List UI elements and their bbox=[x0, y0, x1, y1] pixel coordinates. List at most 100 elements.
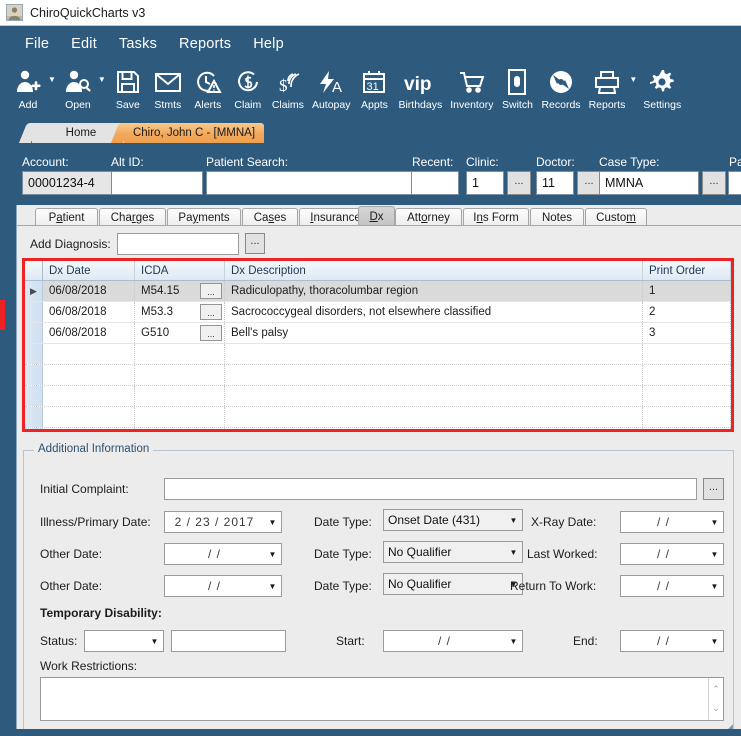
column-header-dx-description[interactable]: Dx Description bbox=[225, 261, 643, 280]
row-selector[interactable] bbox=[25, 302, 43, 322]
chevron-down-icon[interactable]: ▼ bbox=[264, 512, 281, 532]
menu-tasks[interactable]: Tasks bbox=[108, 33, 168, 55]
tab-payments[interactable]: Payments bbox=[167, 208, 241, 226]
icda-lookup-button[interactable]: ... bbox=[200, 283, 222, 299]
add-diagnosis-input[interactable] bbox=[117, 233, 239, 255]
date-type-2-select[interactable]: No Qualifier ▼ bbox=[383, 541, 523, 563]
chevron-down-icon[interactable]: ▼ bbox=[706, 576, 723, 596]
work-restrictions-textarea[interactable]: ⌃ ⌄ bbox=[40, 677, 724, 721]
chevron-down-icon[interactable]: ▼ bbox=[505, 631, 522, 651]
dx-grid[interactable]: Dx Date ICDA Dx Description Print Order … bbox=[25, 261, 731, 429]
table-row[interactable]: 06/08/2018 G510 ... Bell's palsy 3 bbox=[25, 323, 731, 344]
chevron-down-icon[interactable]: ▼ bbox=[264, 576, 281, 596]
reports-dropdown-caret-icon[interactable]: ▼ bbox=[629, 75, 637, 84]
chevron-down-icon[interactable]: ▼ bbox=[264, 544, 281, 564]
row-selector[interactable] bbox=[25, 365, 43, 385]
table-row[interactable]: ▶ 06/08/2018 M54.15 ... Radiculopathy, t… bbox=[25, 281, 731, 302]
table-row[interactable] bbox=[25, 407, 731, 428]
chevron-down-icon[interactable]: ⌄ bbox=[712, 703, 720, 714]
row-selector[interactable]: ▶ bbox=[25, 281, 43, 301]
table-row[interactable] bbox=[25, 386, 731, 407]
toolbar-stmts-button[interactable]: Stmts bbox=[148, 62, 188, 111]
chevron-up-icon[interactable]: ⌃ bbox=[712, 684, 720, 695]
add-diagnosis-lookup-button[interactable]: ... bbox=[245, 233, 265, 254]
toolbar-add-button[interactable]: Add bbox=[8, 62, 48, 111]
icda-lookup-button[interactable]: ... bbox=[200, 304, 222, 320]
menu-help[interactable]: Help bbox=[242, 33, 295, 55]
other-date-2-picker[interactable]: / / ▼ bbox=[164, 575, 282, 597]
recent-field[interactable] bbox=[411, 171, 459, 195]
clinic-lookup-button[interactable]: ... bbox=[507, 171, 531, 195]
tab-cases[interactable]: Cases bbox=[242, 208, 298, 226]
column-header-print-order[interactable]: Print Order bbox=[643, 261, 731, 280]
toolbar-switch-button[interactable]: Switch bbox=[497, 62, 537, 111]
toolbar-save-button[interactable]: Save bbox=[108, 62, 148, 111]
doctor-lookup-button[interactable]: ... bbox=[577, 171, 601, 195]
toolbar-reports-button[interactable]: Reports bbox=[585, 62, 630, 111]
icda-lookup-button[interactable]: ... bbox=[200, 325, 222, 341]
end-date-picker[interactable]: / / ▼ bbox=[620, 630, 724, 652]
patient-search-input[interactable] bbox=[206, 171, 441, 195]
account-field[interactable]: 00001234-4 bbox=[22, 171, 112, 195]
toolbar-appts-button[interactable]: 31 Appts bbox=[354, 62, 394, 111]
date-type-1-select[interactable]: Onset Date (431) ▼ bbox=[383, 509, 523, 531]
case-type-field[interactable]: MMNA bbox=[599, 171, 699, 195]
table-row[interactable] bbox=[25, 428, 731, 429]
toolbar-inventory-button[interactable]: Inventory bbox=[446, 62, 497, 111]
alt-id-field[interactable] bbox=[111, 171, 203, 195]
row-selector[interactable] bbox=[25, 323, 43, 343]
toolbar-open-button[interactable]: Open bbox=[58, 62, 98, 111]
menu-reports[interactable]: Reports bbox=[168, 33, 242, 55]
table-row[interactable] bbox=[25, 365, 731, 386]
toolbar-alerts-button[interactable]: Alerts bbox=[188, 62, 228, 111]
chevron-down-icon[interactable]: ▼ bbox=[146, 631, 163, 651]
last-worked-picker[interactable]: / / ▼ bbox=[620, 543, 724, 565]
initial-complaint-lookup-button[interactable]: ... bbox=[703, 478, 724, 500]
chevron-down-icon[interactable]: ▼ bbox=[706, 631, 723, 651]
other-date-1-picker[interactable]: / / ▼ bbox=[164, 543, 282, 565]
doctor-field[interactable]: 11 bbox=[536, 171, 574, 195]
row-selector[interactable] bbox=[25, 344, 43, 364]
date-type-3-select[interactable]: No Qualifier ▼ bbox=[383, 573, 523, 595]
status-note-input[interactable] bbox=[171, 630, 286, 652]
chevron-down-icon[interactable]: ▼ bbox=[706, 512, 723, 532]
tab-ins-form[interactable]: Ins Form bbox=[463, 208, 529, 226]
toolbar-birthdays-button[interactable]: vip Birthdays bbox=[394, 62, 446, 111]
tab-custom[interactable]: Custom bbox=[585, 208, 647, 226]
xray-date-picker[interactable]: / / ▼ bbox=[620, 511, 724, 533]
status-select[interactable]: ▼ bbox=[84, 630, 164, 652]
toolbar-settings-button[interactable]: Settings bbox=[639, 62, 685, 111]
add-dropdown-caret-icon[interactable]: ▼ bbox=[48, 75, 56, 84]
column-header-dx-date[interactable]: Dx Date bbox=[43, 261, 135, 280]
chevron-down-icon[interactable]: ▼ bbox=[706, 544, 723, 564]
row-selector[interactable] bbox=[25, 407, 43, 427]
chevron-down-icon[interactable]: ▼ bbox=[505, 510, 522, 530]
doc-tab-patient[interactable]: Chiro, John C - [MMNA] bbox=[124, 123, 264, 143]
toolbar-claims-button[interactable]: $ Claims bbox=[268, 62, 308, 111]
initial-complaint-input[interactable] bbox=[164, 478, 697, 500]
return-to-work-picker[interactable]: / / ▼ bbox=[620, 575, 724, 597]
tab-notes[interactable]: Notes bbox=[530, 208, 584, 226]
toolbar-autopay-button[interactable]: A Autopay bbox=[308, 62, 355, 111]
tab-dx[interactable]: Dx bbox=[358, 206, 395, 226]
toolbar-claim-button[interactable]: Claim bbox=[228, 62, 268, 111]
open-dropdown-caret-icon[interactable]: ▼ bbox=[98, 75, 106, 84]
row-selector[interactable] bbox=[25, 428, 43, 429]
menu-edit[interactable]: Edit bbox=[60, 33, 108, 55]
row-selector[interactable] bbox=[25, 386, 43, 406]
illness-primary-date-picker[interactable]: 2 / 23 / 2017 ▼ bbox=[164, 511, 282, 533]
tab-patient[interactable]: Patient bbox=[35, 208, 98, 226]
clinic-field[interactable]: 1 bbox=[466, 171, 504, 195]
chevron-down-icon[interactable]: ▼ bbox=[505, 542, 522, 562]
menu-file[interactable]: File bbox=[14, 33, 60, 55]
column-header-icda[interactable]: ICDA bbox=[135, 261, 225, 280]
start-date-picker[interactable]: / / ▼ bbox=[383, 630, 523, 652]
table-row[interactable] bbox=[25, 344, 731, 365]
toolbar-records-button[interactable]: Records bbox=[537, 62, 584, 111]
table-row[interactable]: 06/08/2018 M53.3 ... Sacrococcygeal diso… bbox=[25, 302, 731, 323]
pat-field[interactable] bbox=[728, 171, 741, 195]
tab-attorney[interactable]: Attorney bbox=[395, 208, 462, 226]
case-type-lookup-button[interactable]: ... bbox=[702, 171, 726, 195]
tab-charges[interactable]: Charges bbox=[99, 208, 166, 226]
work-restrictions-spinner[interactable]: ⌃ ⌄ bbox=[708, 678, 723, 720]
